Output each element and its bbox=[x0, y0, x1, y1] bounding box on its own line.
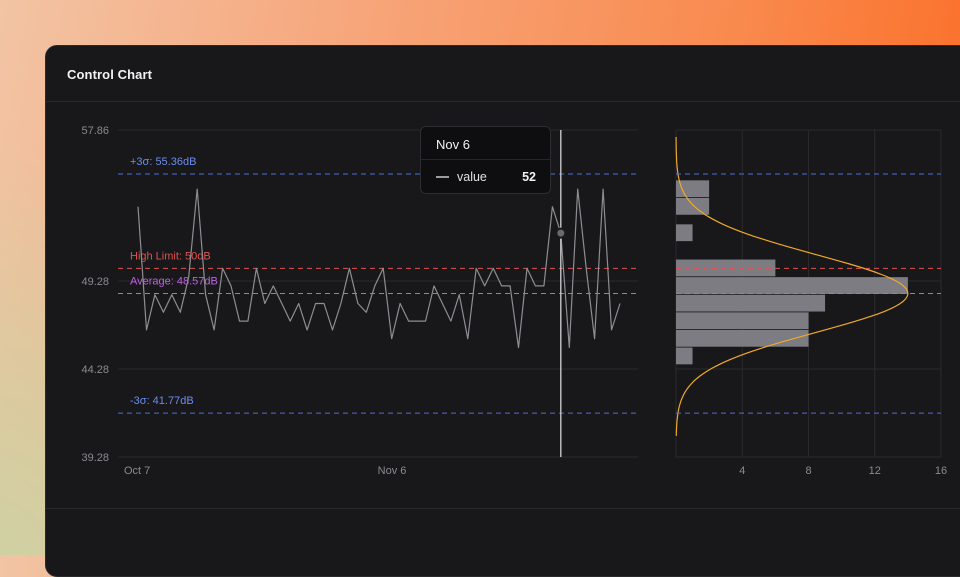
reference-line-label: -3σ: 41.77dB bbox=[130, 395, 194, 407]
chart-tooltip: Nov 6 value 52 bbox=[420, 126, 551, 194]
histogram-bar[interactable] bbox=[676, 224, 693, 242]
tooltip-date: Nov 6 bbox=[421, 127, 550, 160]
histogram-bar[interactable] bbox=[676, 312, 809, 330]
y-tick-label: 49.28 bbox=[81, 276, 109, 288]
x-tick-label: Nov 6 bbox=[378, 465, 407, 477]
histogram-x-tick-label: 8 bbox=[805, 465, 811, 477]
histogram-bar[interactable] bbox=[676, 347, 693, 365]
histogram-x-tick-label: 4 bbox=[739, 465, 745, 477]
histogram-x-tick-label: 12 bbox=[869, 465, 881, 477]
card-footer-divider bbox=[46, 508, 960, 509]
highlighted-data-point[interactable] bbox=[555, 227, 567, 239]
tooltip-value: 52 bbox=[522, 170, 536, 184]
y-tick-label: 44.28 bbox=[81, 364, 109, 376]
x-tick-label: Oct 7 bbox=[124, 465, 150, 477]
histogram-bar[interactable] bbox=[676, 294, 826, 312]
histogram-bar[interactable] bbox=[676, 180, 710, 198]
control-chart[interactable]: 57.86 49.28 44.28 39.28 4 8 12 16 Oct 7 Nov 6 +3σ:… bbox=[46, 46, 960, 508]
y-tick-label: 57.86 bbox=[81, 125, 109, 137]
reference-line-label: +3σ: 55.36dB bbox=[130, 156, 196, 168]
histogram-bar[interactable] bbox=[676, 277, 908, 294]
series-swatch-icon bbox=[436, 176, 449, 178]
histogram-x-tick-label: 16 bbox=[935, 465, 947, 477]
histogram-bar[interactable] bbox=[676, 329, 809, 347]
y-tick-label: 39.28 bbox=[81, 452, 109, 464]
tooltip-series-name: value bbox=[457, 170, 487, 184]
control-chart-card: Control Chart 57.86 49.28 44.28 39.28 4 8 12 16… bbox=[45, 45, 960, 577]
histogram-bar[interactable] bbox=[676, 197, 710, 215]
tooltip-row: value 52 bbox=[421, 160, 550, 194]
